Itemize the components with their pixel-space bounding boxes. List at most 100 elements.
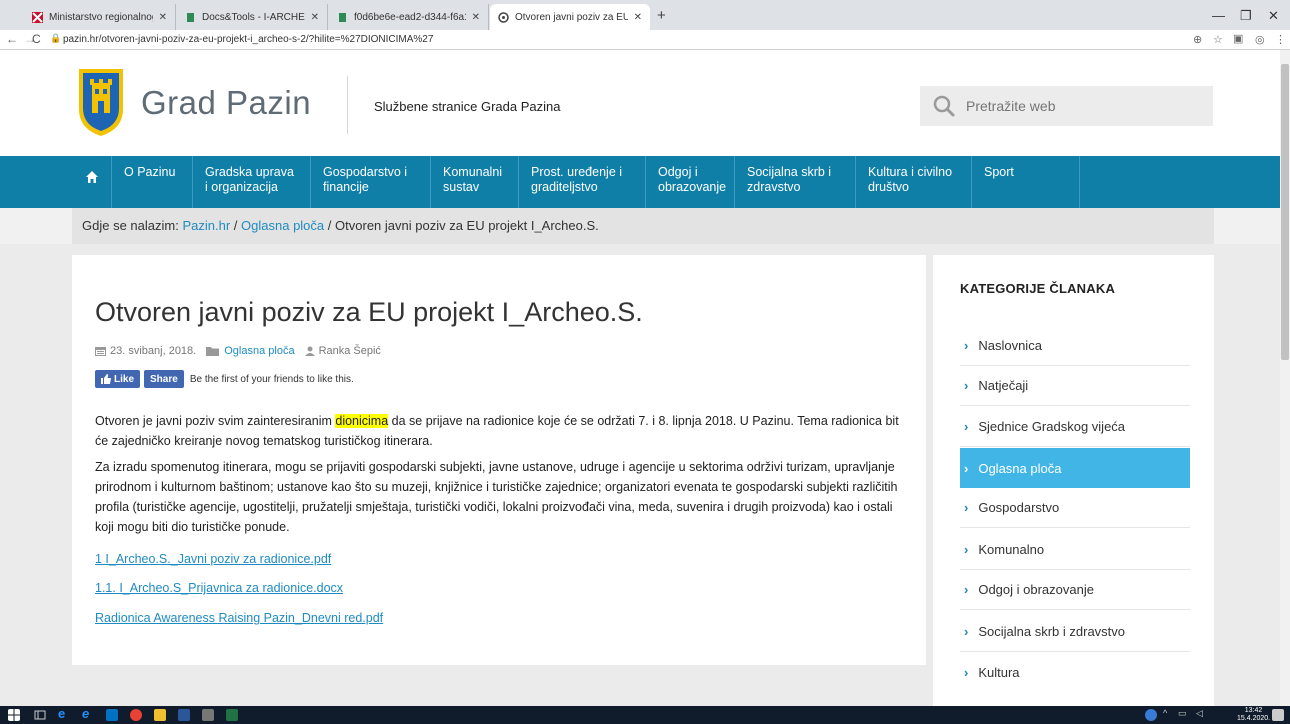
sidebar-item-komunalno[interactable]: › Komunalno	[960, 530, 1190, 570]
profile-icon[interactable]: ◎	[1255, 33, 1265, 46]
nav-item-kultura[interactable]: Kultura i civilno društvo	[856, 156, 972, 208]
paragraph-text: Otvoren je javni poziv svim zainteresira…	[95, 414, 336, 428]
file-explorer-icon[interactable]	[154, 709, 166, 721]
extension-icon[interactable]: ▣	[1233, 32, 1243, 45]
outlook-icon[interactable]	[106, 709, 118, 721]
tab-title: Otvoren javni poziv za EU projek	[515, 11, 628, 23]
chevron-right-icon: ›	[964, 378, 969, 393]
edge-icon[interactable]: e	[58, 706, 70, 721]
browser-tab[interactable]: Docs&Tools - I-ARCHEOS - Italia ✕	[177, 4, 328, 30]
window-close-button[interactable]: ✕	[1268, 8, 1279, 24]
city-coat-of-arms-logo[interactable]	[76, 65, 126, 137]
article-category-link[interactable]: Oglasna ploča	[224, 345, 294, 357]
url-field[interactable]: pazin.hr/otvoren-javni-poziv-za-eu-proje…	[63, 34, 433, 45]
page-scrollbar[interactable]	[1280, 50, 1290, 706]
windows-start-icon[interactable]	[8, 709, 20, 721]
home-icon	[85, 171, 98, 183]
sidebar-item-natjecaji[interactable]: › Natječaji	[960, 366, 1190, 406]
nav-label: i organizacija	[205, 180, 278, 194]
close-icon[interactable]: ✕	[159, 12, 167, 23]
sidebar-item-gospodarstvo[interactable]: › Gospodarstvo	[960, 488, 1190, 528]
nav-item-sport[interactable]: Sport	[972, 156, 1080, 208]
site-title[interactable]: Grad Pazin	[141, 84, 311, 122]
site-header: Grad Pazin Službene stranice Grada Pazin…	[0, 50, 1280, 156]
chevron-right-icon: ›	[964, 460, 969, 476]
document-link[interactable]: Radionica Awareness Raising Pazin_Dnevni…	[95, 611, 383, 625]
reload-icon[interactable]: C	[32, 32, 41, 46]
nav-label: sustav	[443, 180, 480, 194]
maximize-button[interactable]: ❐	[1240, 8, 1252, 24]
breadcrumb-home-link[interactable]: Pazin.hr	[182, 218, 230, 233]
site-tagline: Službene stranice Grada Pazina	[374, 99, 561, 114]
breadcrumb-separator: /	[233, 218, 238, 233]
browser-tab[interactable]: f0d6be6e-ead2-d344-f6a1-eed8 ✕	[329, 4, 489, 30]
chrome-icon[interactable]	[130, 709, 142, 721]
close-icon[interactable]: ✕	[472, 12, 480, 23]
lock-icon: 🔒	[50, 33, 62, 43]
breadcrumb-separator: /	[327, 218, 332, 233]
close-icon[interactable]: ✕	[311, 12, 319, 23]
thumbs-up-icon	[101, 374, 111, 384]
nav-label: Gospodarstvo i	[323, 165, 408, 179]
nav-item-odgoj[interactable]: Odgoj i obrazovanje	[646, 156, 735, 208]
sidebar-item-kultura[interactable]: › Kultura	[960, 652, 1190, 692]
facebook-like-button[interactable]: Like	[95, 370, 141, 388]
sidebar-item-naslovnica[interactable]: › Naslovnica	[960, 326, 1190, 366]
network-icon[interactable]	[1145, 709, 1157, 721]
sidebar-item-label: Komunalno	[978, 542, 1045, 557]
menu-dots-icon[interactable]: ⋮	[1275, 33, 1286, 46]
search-input[interactable]	[966, 98, 1196, 114]
scrollbar-thumb[interactable]	[1281, 64, 1289, 360]
search-box[interactable]	[920, 86, 1213, 126]
zoom-icon[interactable]: ⊕	[1193, 33, 1202, 46]
sidebar-item-odgoj[interactable]: › Odgoj i obrazovanje	[960, 570, 1190, 610]
sidebar-item-sjednice[interactable]: › Sjednice Gradskog vijeća	[960, 407, 1190, 447]
internet-explorer-icon[interactable]: e	[82, 706, 94, 721]
ministry-favicon	[32, 11, 43, 23]
nav-home[interactable]	[72, 156, 112, 208]
nav-item-prostorno-uredenje[interactable]: Prost. uređenje i graditeljstvo	[519, 156, 646, 208]
search-icon[interactable]	[932, 94, 956, 118]
nav-item-gospodarstvo[interactable]: Gospodarstvo i financije	[311, 156, 431, 208]
battery-icon[interactable]: ▭	[1178, 708, 1190, 720]
taskbar-clock[interactable]: 13:42 15.4.2020.	[1237, 707, 1270, 723]
document-link[interactable]: 1 I_Archeo.S._Javni poziv za radionice.p…	[95, 552, 331, 566]
user-icon	[304, 346, 315, 356]
tab-title: Ministarstvo regionalnoga razvo	[49, 11, 153, 23]
back-arrow-icon[interactable]: ←	[6, 32, 18, 46]
nav-label: Socijalna skrb i	[747, 165, 832, 179]
excel-icon[interactable]	[226, 709, 238, 721]
article-date: 23. svibanj, 2018.	[110, 345, 197, 357]
bookmark-star-icon[interactable]: ☆	[1213, 33, 1223, 46]
facebook-like-label: Like	[114, 373, 135, 385]
new-tab-button[interactable]: +	[657, 7, 666, 24]
sidebar-item-socijalna-skrb[interactable]: › Socijalna skrb i zdravstvo	[960, 612, 1190, 652]
volume-icon[interactable]: ◁	[1196, 708, 1208, 720]
document-link[interactable]: 1.1. I_Archeo.S_Prijavnica za radionice.…	[95, 581, 343, 595]
browser-tab[interactable]: Ministarstvo regionalnoga razvo ✕	[24, 4, 176, 30]
article-meta: 23. svibanj, 2018. Oglasna ploča Ranka Š…	[95, 345, 381, 357]
nav-label: Prost. uređenje i	[531, 165, 623, 179]
facebook-share-button[interactable]: Share	[144, 370, 184, 388]
word-icon[interactable]	[178, 709, 190, 721]
facebook-share-label: Share	[150, 373, 178, 385]
facebook-like-text: Be the first of your friends to like thi…	[189, 373, 354, 385]
nav-item-o-pazinu[interactable]: O Pazinu	[112, 156, 193, 208]
nav-label: financije	[323, 180, 369, 194]
nav-item-komunalni[interactable]: Komunalni sustav	[431, 156, 519, 208]
chevron-up-icon[interactable]: ^	[1163, 708, 1175, 720]
sidebar-item-label: Sjednice Gradskog vijeća	[978, 419, 1126, 434]
task-view-icon[interactable]	[34, 709, 46, 721]
notifications-icon[interactable]	[1272, 709, 1284, 721]
nav-label: graditeljstvo	[531, 180, 598, 194]
nav-item-gradska-uprava[interactable]: Gradska uprava i organizacija	[193, 156, 311, 208]
calculator-icon[interactable]	[202, 709, 214, 721]
chevron-right-icon: ›	[964, 542, 969, 557]
sidebar-heading: KATEGORIJE ČLANAKA	[960, 281, 1116, 296]
minimize-button[interactable]: —	[1212, 8, 1225, 23]
nav-item-socijalna-skrb[interactable]: Socijalna skrb i zdravstvo	[735, 156, 856, 208]
sidebar-item-oglasna-ploca[interactable]: › Oglasna ploča	[960, 448, 1190, 488]
breadcrumb-category-link[interactable]: Oglasna ploča	[241, 218, 324, 233]
browser-tab-active[interactable]: Otvoren javni poziv za EU projek ✕	[490, 4, 650, 30]
close-icon[interactable]: ✕	[634, 12, 642, 23]
